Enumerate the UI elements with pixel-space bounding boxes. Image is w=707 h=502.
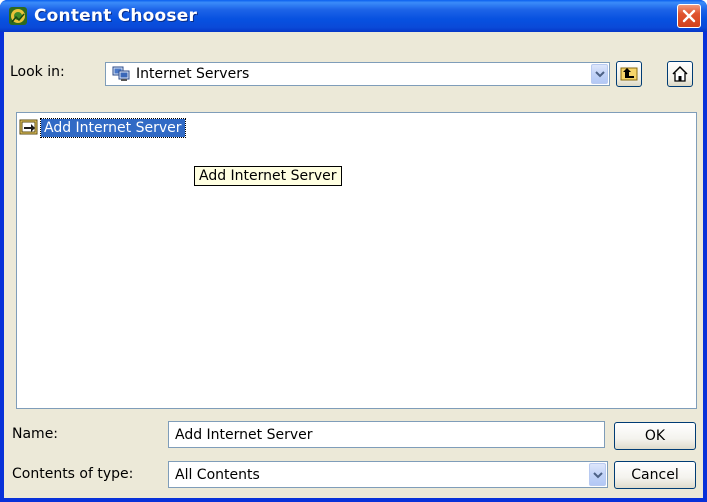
up-one-level-button[interactable]	[616, 61, 642, 87]
close-button[interactable]	[677, 4, 701, 28]
home-button[interactable]	[667, 61, 693, 87]
look-in-dropdown-arrow[interactable]	[591, 64, 608, 84]
look-in-label: Look in:	[10, 64, 65, 80]
contents-of-type-label: Contents of type:	[12, 466, 134, 482]
content-chooser-icon	[8, 6, 28, 26]
tooltip: Add Internet Server	[194, 166, 342, 186]
content-chooser-window: Content Chooser Look in: Internet Server…	[0, 0, 707, 502]
internet-servers-icon	[112, 66, 130, 82]
close-icon	[682, 9, 696, 23]
ok-button[interactable]: OK	[614, 422, 696, 450]
home-icon	[672, 65, 688, 82]
contents-of-type-value: All Contents	[175, 466, 260, 483]
look-in-value: Internet Servers	[136, 66, 250, 82]
add-server-icon	[19, 118, 39, 138]
list-item-label: Add Internet Server	[40, 118, 186, 138]
look-in-combo[interactable]: Internet Servers	[105, 62, 610, 86]
list-item[interactable]: Add Internet Server	[19, 117, 186, 139]
title-bar[interactable]: Content Chooser	[0, 0, 707, 32]
chevron-down-icon	[595, 71, 605, 78]
contents-of-type-combo[interactable]: All Contents	[168, 461, 608, 488]
chevron-down-icon	[593, 471, 603, 478]
cancel-button[interactable]: Cancel	[614, 461, 696, 489]
name-field[interactable]: Add Internet Server	[168, 421, 605, 448]
window-frame-bottom	[0, 498, 707, 502]
file-list[interactable]: Add Internet Server	[16, 112, 697, 409]
contents-of-type-dropdown-arrow[interactable]	[589, 463, 606, 486]
up-one-level-icon	[620, 67, 638, 81]
window-title: Content Chooser	[34, 6, 198, 26]
name-label: Name:	[12, 426, 59, 442]
